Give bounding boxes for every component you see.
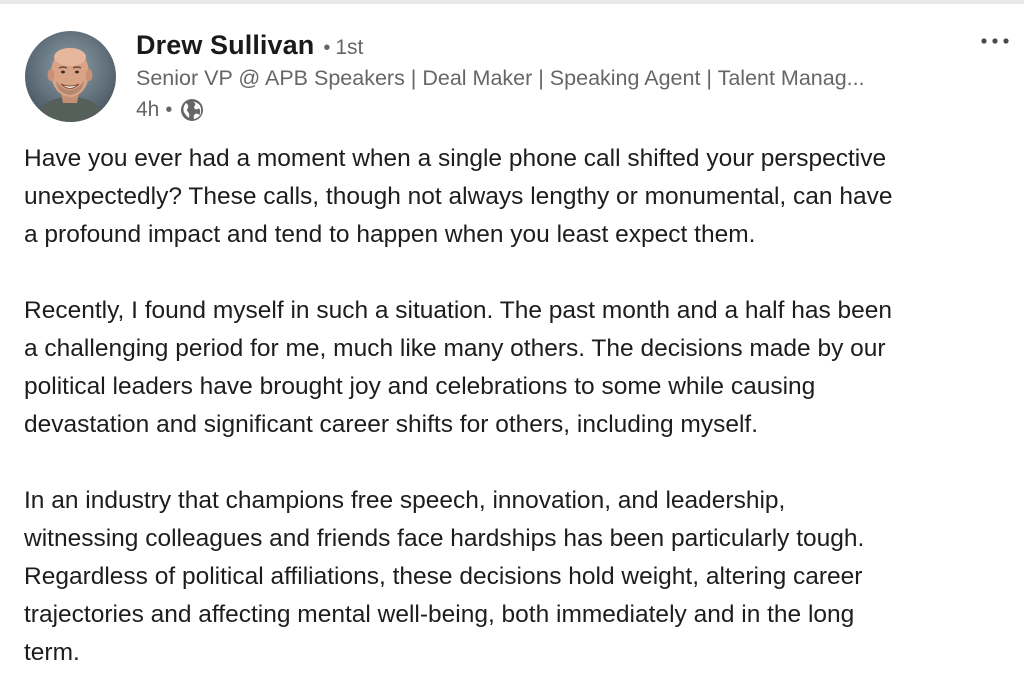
post-text-line: a profound impact and tend to happen whe… [24, 221, 756, 248]
author-avatar[interactable] [25, 31, 116, 122]
post-text-line: In an industry that champions free speec… [24, 487, 786, 514]
connection-degree: 1st [335, 36, 364, 59]
profile-photo-icon [25, 31, 116, 122]
more-options-button[interactable] [975, 26, 1015, 56]
post-text-line: devastation and significant career shift… [24, 411, 759, 438]
post-text-line: term. [24, 639, 80, 666]
more-options-icon [981, 38, 1009, 44]
globe-icon [180, 98, 204, 122]
author-name[interactable]: Drew Sullivan [136, 30, 314, 61]
post-text-line: political leaders have brought joy and c… [24, 373, 816, 400]
post-meta: 4h • [136, 96, 204, 124]
post-text-line: unexpectedly? These calls, though not al… [24, 183, 893, 210]
post-body: Have you ever had a moment when a single… [24, 140, 1014, 672]
author-headline: Senior VP @ APB Speakers | Deal Maker | … [136, 66, 865, 90]
post-time: 4h [136, 98, 160, 121]
post-text-line: Recently, I found myself in such a situa… [24, 297, 893, 324]
post-text-line: a challenging period for me, much like m… [24, 335, 886, 362]
post-text-line: Have you ever had a moment when a single… [24, 145, 887, 172]
separator-dot: • [165, 98, 173, 121]
author-name-row: Drew Sullivan • 1st [136, 30, 363, 66]
linkedin-post: Drew Sullivan • 1st Senior VP @ APB Spea… [0, 0, 1024, 679]
separator-dot: • [323, 37, 331, 59]
post-text-line: Regardless of political affiliations, th… [24, 563, 863, 590]
post-text-line: witnessing colleagues and friends face h… [24, 525, 865, 552]
post-text-line: trajectories and affecting mental well-b… [24, 601, 855, 628]
